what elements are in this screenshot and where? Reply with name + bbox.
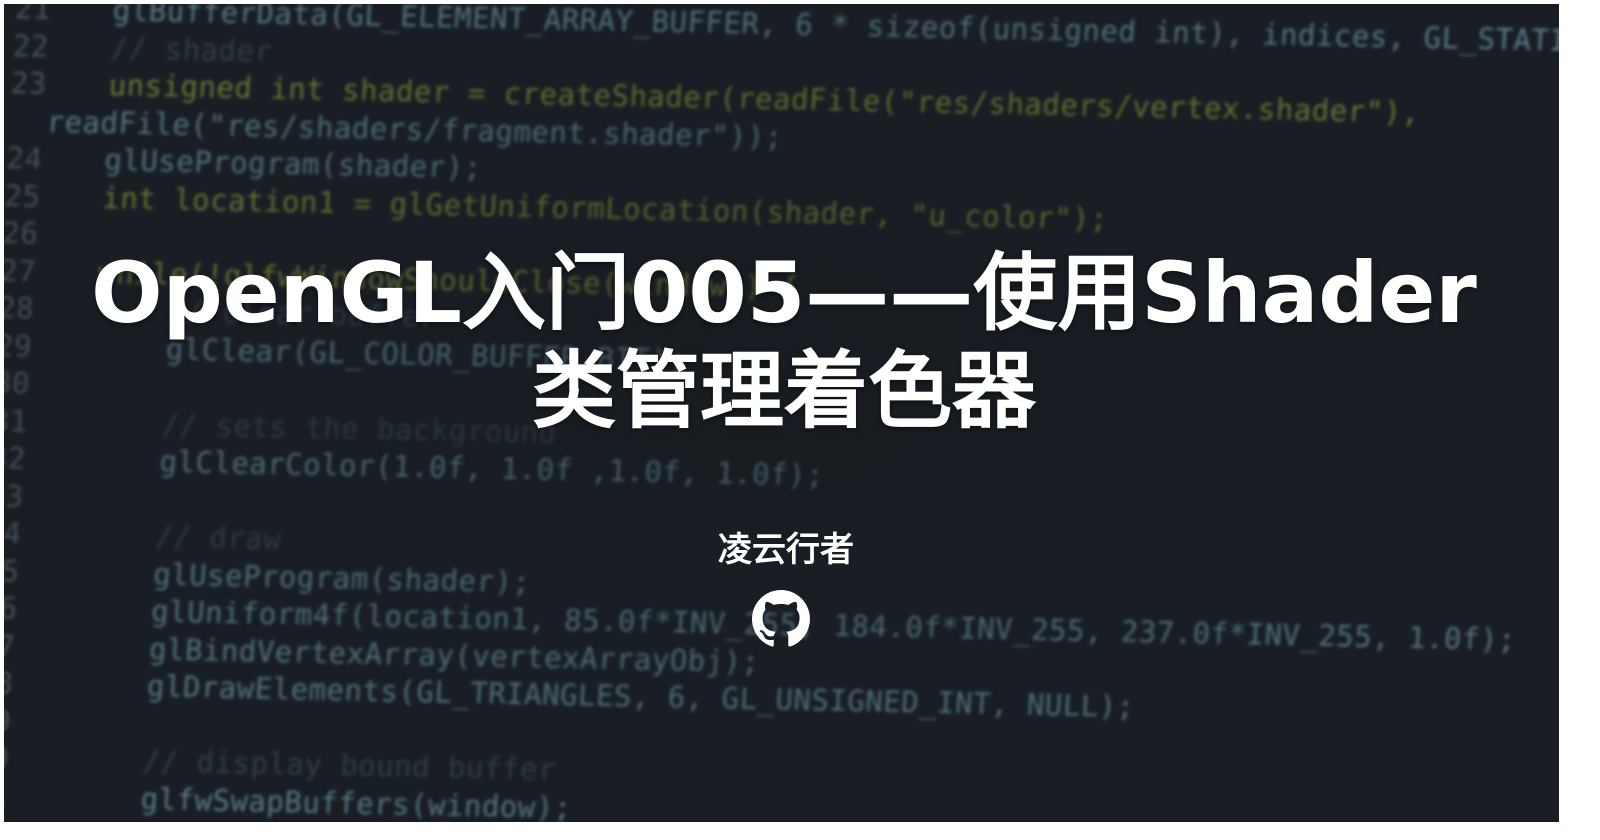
cover-image: 21glBufferData(GL_ELEMENT_ARRAY_BUFFER, … — [4, 4, 1559, 822]
author-name: 凌云行者 — [718, 530, 854, 570]
title-line-2: 类管理着色器 — [531, 342, 1036, 440]
github-icon[interactable] — [752, 590, 810, 648]
title-line-1: OpenGL入门005——使用Shader — [91, 244, 1477, 342]
page-title: OpenGL入门005——使用Shader 类管理着色器 — [4, 244, 1559, 440]
